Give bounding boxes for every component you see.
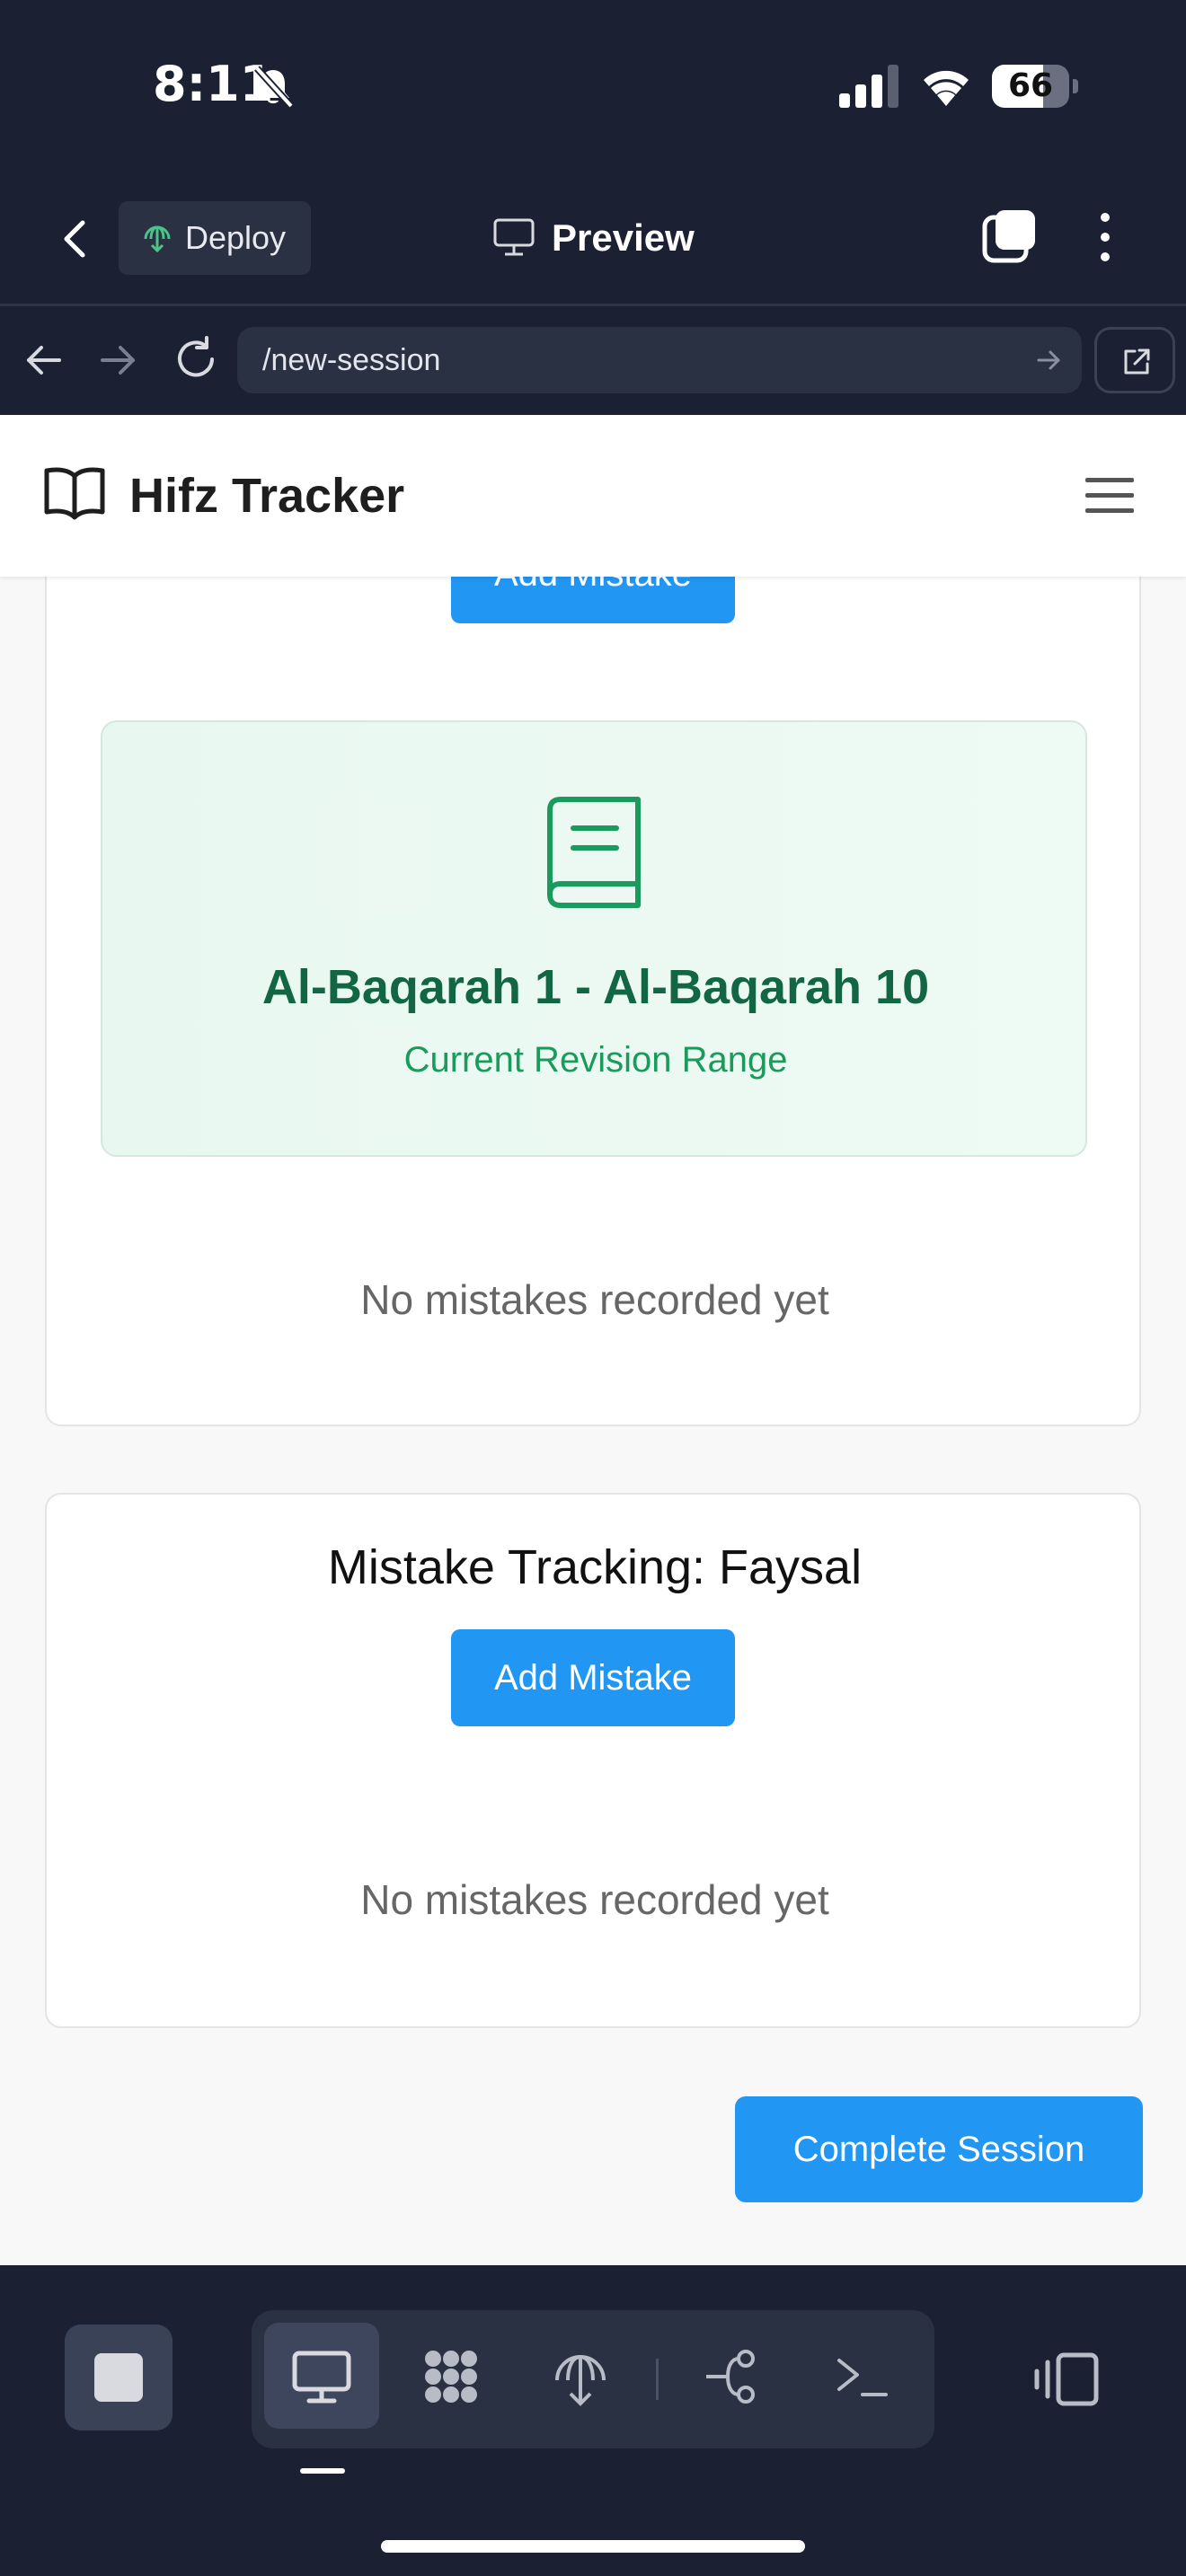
bell-muted-icon — [254, 66, 294, 109]
split-view-icon[interactable] — [1033, 2350, 1102, 2409]
terminal-icon — [837, 2359, 888, 2396]
battery-percent: 66 — [1007, 67, 1054, 104]
home-indicator[interactable] — [381, 2540, 805, 2553]
external-link-icon — [1124, 348, 1150, 375]
agents-tool-button[interactable] — [394, 2323, 509, 2429]
nav-back-arrow-icon[interactable] — [23, 340, 65, 381]
mistake-tracking-card: Add Mistake Al-Baqarah 1 - Al-Baqarah 10… — [45, 487, 1141, 1426]
more-options-icon[interactable] — [1084, 208, 1127, 266]
cell-signal-icon — [839, 65, 898, 108]
deploy-globe-icon — [144, 225, 171, 253]
status-bar: 8:11 66 — [0, 0, 1186, 171]
url-text: /new-session — [262, 343, 441, 377]
shell-tool-button[interactable] — [805, 2323, 920, 2429]
complete-session-button[interactable]: Complete Session — [735, 2096, 1143, 2202]
deploy-button[interactable]: Deploy — [119, 201, 311, 275]
tool-separator — [656, 2359, 659, 2400]
deploy-globe-icon — [555, 2354, 606, 2406]
bottom-toolbar — [0, 2265, 1186, 2576]
book-icon — [547, 797, 641, 908]
stop-button[interactable] — [65, 2325, 173, 2430]
hamburger-menu-icon[interactable] — [1084, 474, 1136, 517]
stop-icon — [94, 2353, 143, 2402]
preview-label: Preview — [552, 216, 695, 259]
url-input[interactable]: /new-session — [237, 327, 1082, 393]
top-bar-divider — [0, 304, 1186, 306]
nav-forward-arrow-icon[interactable] — [97, 340, 138, 381]
mistake-tracking-card-faysal: Mistake Tracking: Faysal Add Mistake No … — [45, 1493, 1141, 2028]
revision-range-title: Al-Baqarah 1 - Al-Baqarah 10 — [261, 960, 930, 1014]
active-tab-indicator — [300, 2468, 345, 2474]
site-header: Hifz Tracker — [0, 415, 1186, 577]
git-tool-button[interactable] — [676, 2323, 791, 2429]
open-external-button[interactable] — [1094, 327, 1175, 393]
app-top-bar: Deploy Preview — [0, 180, 1186, 305]
wifi-icon — [924, 70, 969, 106]
empty-mistakes-message: No mistakes recorded yet — [360, 1876, 829, 1923]
site-brand[interactable]: Hifz Tracker — [129, 415, 404, 577]
monitor-icon — [292, 2351, 351, 2404]
tabs-icon[interactable] — [981, 207, 1039, 264]
add-mistake-button[interactable]: Add Mistake — [451, 1629, 735, 1726]
monitor-icon — [493, 218, 535, 256]
revision-range-subtitle: Current Revision Range — [403, 1040, 788, 1080]
webview-tool-button[interactable] — [264, 2323, 379, 2429]
open-book-icon — [44, 467, 105, 520]
deploy-tool-button[interactable] — [523, 2323, 638, 2429]
reload-icon[interactable] — [173, 336, 219, 383]
url-row: /new-session — [0, 307, 1186, 415]
tool-group — [252, 2310, 934, 2448]
web-preview: Hifz Tracker Add Mistake Al-Baqarah 1 - … — [0, 415, 1186, 2265]
git-branch-icon — [706, 2350, 755, 2404]
mistake-tracking-title: Mistake Tracking: Faysal — [327, 1540, 863, 1594]
dots-grid-icon — [425, 2351, 477, 2403]
battery-indicator: 66 — [992, 65, 1078, 108]
empty-mistakes-message: No mistakes recorded yet — [360, 1276, 829, 1323]
deploy-label: Deploy — [185, 219, 287, 256]
revision-range-box: Al-Baqarah 1 - Al-Baqarah 10 Current Rev… — [101, 720, 1087, 1157]
back-chevron-icon[interactable] — [50, 212, 101, 266]
go-arrow-icon[interactable] — [1035, 347, 1062, 374]
